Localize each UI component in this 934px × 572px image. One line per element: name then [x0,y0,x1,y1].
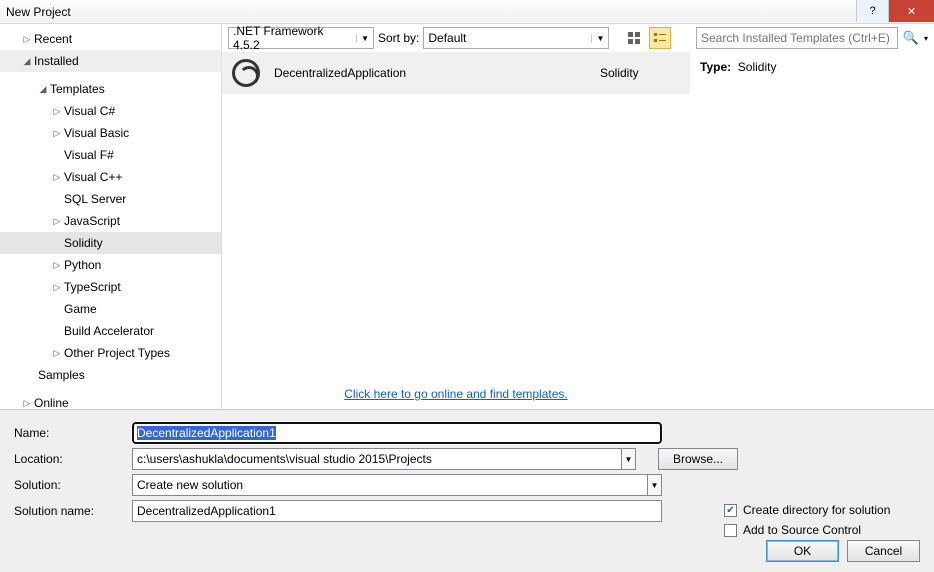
search-input[interactable] [696,27,898,49]
type-label: Type: [700,60,731,74]
sidebar-online[interactable]: ▷Online [0,392,221,409]
name-label: Name: [14,426,132,440]
sidebar-item-other-project-types[interactable]: ▷Other Project Types [0,342,221,364]
create-dir-label: Create directory for solution [743,503,890,517]
type-value: Solidity [738,60,777,74]
toolbar: .NET Framework 4.5.2▼ Sort by: Default▼ [222,24,690,52]
form-area: Name: Location: ▼ Browse... Solution: ▼ … [0,410,934,572]
center-pane: .NET Framework 4.5.2▼ Sort by: Default▼ … [222,24,690,409]
window-title: New Project [6,5,71,19]
sidebar: ▷Recent ◢Installed ◢Templates ▷Visual C#… [0,24,222,409]
location-dropdown[interactable]: ▼ [622,448,636,470]
solution-dropdown[interactable] [132,474,648,496]
browse-button[interactable]: Browse... [658,448,738,470]
solution-dd-button[interactable]: ▼ [648,474,662,496]
sidebar-item-python[interactable]: ▷Python [0,254,221,276]
view-list-icons[interactable] [649,27,671,49]
sidebar-item-typescript[interactable]: ▷TypeScript [0,276,221,298]
sidebar-item-visual-c-[interactable]: ▷Visual C# [0,100,221,122]
location-input[interactable] [132,448,622,470]
sidebar-item-solidity[interactable]: Solidity [0,232,221,254]
sidebar-item-visual-basic[interactable]: ▷Visual Basic [0,122,221,144]
sidebar-installed[interactable]: ◢Installed [0,50,221,72]
ok-button[interactable]: OK [766,540,839,562]
template-item[interactable]: DecentralizedApplication Solidity [222,52,690,94]
sln-name-label: Solution name: [14,504,132,518]
sidebar-item-sql-server[interactable]: SQL Server [0,188,221,210]
help-button[interactable]: ? [856,0,888,22]
sidebar-samples[interactable]: Samples [0,364,221,386]
sortby-dropdown[interactable]: Default▼ [423,27,609,49]
sidebar-item-build-accelerator[interactable]: Build Accelerator [0,320,221,342]
sidebar-templates[interactable]: ◢Templates [0,78,221,100]
framework-dropdown[interactable]: .NET Framework 4.5.2▼ [228,27,374,49]
sortby-label: Sort by: [378,31,419,45]
sidebar-item-visual-f-[interactable]: Visual F# [0,144,221,166]
view-large-icons[interactable] [623,27,645,49]
search-dropdown[interactable]: ▾ [924,34,928,43]
right-pane: 🔍 ▾ Type: Solidity [690,24,934,409]
source-control-label: Add to Source Control [743,523,861,537]
create-dir-checkbox[interactable]: ✔ [724,504,737,517]
close-button[interactable]: ✕ [888,0,934,22]
template-icon [232,59,260,87]
source-control-checkbox[interactable] [724,524,737,537]
sidebar-recent[interactable]: ▷Recent [0,28,221,50]
solution-label: Solution: [14,478,132,492]
online-templates-link[interactable]: Click here to go online and find templat… [222,379,690,409]
title-bar: New Project ? ✕ [0,0,934,24]
sidebar-item-javascript[interactable]: ▷JavaScript [0,210,221,232]
template-language: Solidity [600,66,680,80]
sidebar-item-game[interactable]: Game [0,298,221,320]
sidebar-item-visual-c-[interactable]: ▷Visual C++ [0,166,221,188]
sln-name-input[interactable] [132,500,662,522]
name-input[interactable] [132,422,662,444]
cancel-button[interactable]: Cancel [847,540,920,562]
search-icon[interactable]: 🔍 [902,30,920,46]
location-label: Location: [14,452,132,466]
template-name: DecentralizedApplication [274,66,600,80]
